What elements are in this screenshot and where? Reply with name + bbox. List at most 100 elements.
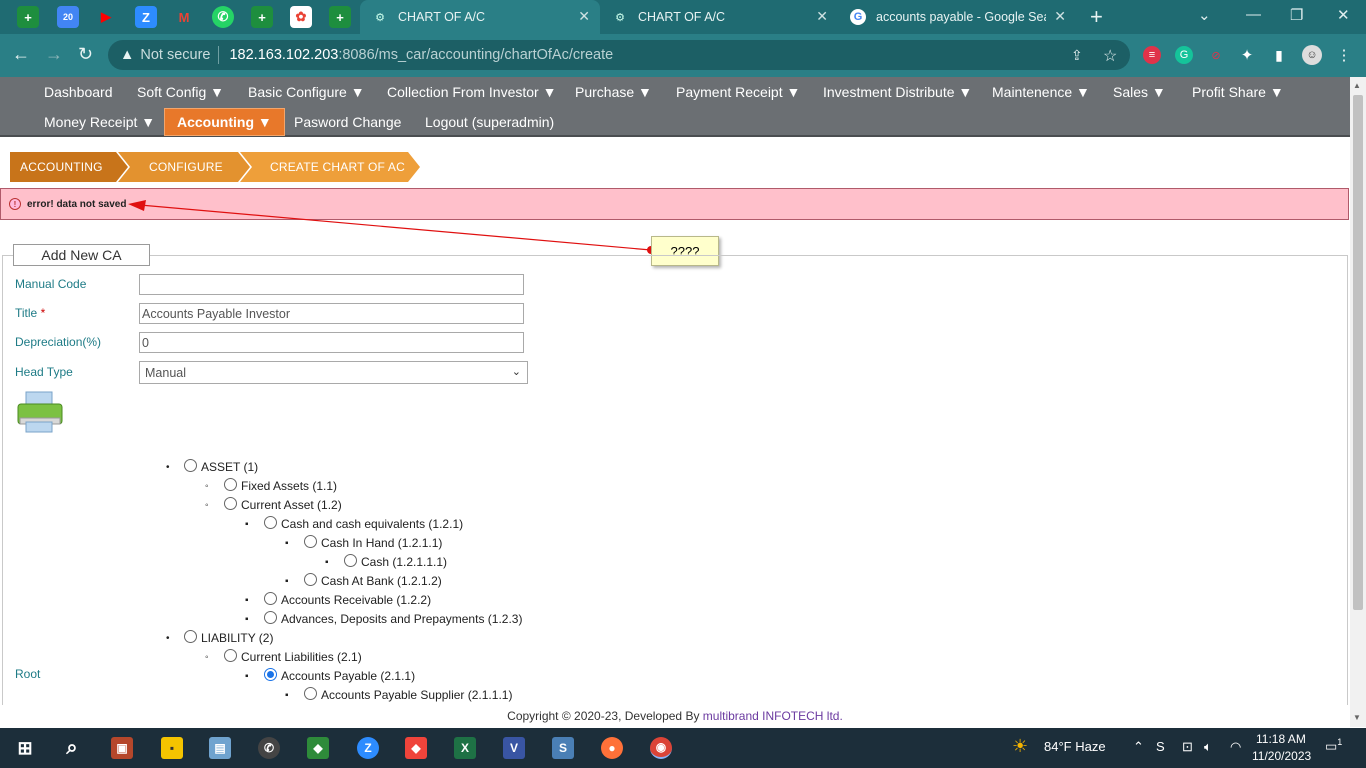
- whatsapp-pinned-tab-icon[interactable]: ✆: [212, 6, 234, 28]
- menu-accounting[interactable]: Accounting ▼: [164, 108, 285, 136]
- firefox-icon[interactable]: ●: [601, 737, 623, 759]
- weather-text[interactable]: 84°F Haze: [1044, 739, 1106, 754]
- grammarly-icon[interactable]: G: [1175, 46, 1193, 64]
- sheets2-pinned-tab-icon[interactable]: +: [251, 6, 273, 28]
- tree-radio[interactable]: [184, 458, 197, 472]
- search-icon[interactable]: ⌕: [61, 737, 83, 759]
- zoom-pinned-tab-icon[interactable]: Z: [135, 6, 157, 28]
- tree-node[interactable]: Cash In Hand (1.2.1.1): [304, 534, 442, 550]
- title-input[interactable]: Accounts Payable Investor: [139, 303, 524, 324]
- tree-radio[interactable]: [304, 686, 317, 700]
- menu-password-change[interactable]: Pasword Change: [282, 108, 413, 136]
- photos-pinned-tab-icon[interactable]: ✿: [290, 6, 312, 28]
- close-tab-icon[interactable]: ✕: [1054, 8, 1066, 25]
- new-tab-button[interactable]: +: [1090, 4, 1103, 30]
- close-tab-icon[interactable]: ✕: [816, 8, 828, 25]
- tab-google-search[interactable]: G accounts payable - Google Search ✕: [838, 0, 1076, 34]
- notification-icon[interactable]: ▭1: [1325, 737, 1342, 754]
- anydesk-icon[interactable]: ◆: [405, 737, 427, 759]
- chevron-up-icon[interactable]: ⌃: [1133, 739, 1144, 755]
- menu-sales[interactable]: Sales ▼: [1101, 78, 1178, 106]
- tree-radio[interactable]: [304, 572, 317, 586]
- menu-dashboard[interactable]: Dashboard: [32, 78, 125, 106]
- menu-basic-configure[interactable]: Basic Configure ▼: [236, 78, 377, 106]
- tree-radio[interactable]: [224, 477, 237, 491]
- tree-node[interactable]: ASSET (1): [184, 458, 258, 474]
- clock-date[interactable]: 11/20/2023: [1252, 749, 1311, 763]
- windows-start-icon[interactable]: ⊞: [14, 737, 36, 759]
- scroll-down-arrow-icon[interactable]: ▼: [1353, 713, 1361, 722]
- close-window-icon[interactable]: ✕: [1337, 6, 1350, 24]
- sheets3-pinned-tab-icon[interactable]: +: [329, 6, 351, 28]
- sheets-pinned-tab-icon[interactable]: +: [17, 6, 39, 28]
- calendar-pinned-tab-icon[interactable]: 20: [57, 6, 79, 28]
- zoom-icon[interactable]: Z: [357, 737, 379, 759]
- tree-node[interactable]: LIABILITY (2): [184, 629, 273, 645]
- menu-collection-from-investor[interactable]: Collection From Investor ▼: [375, 78, 568, 106]
- tree-radio[interactable]: [344, 553, 357, 567]
- menu-purchase[interactable]: Purchase ▼: [563, 78, 664, 106]
- minimize-icon[interactable]: —: [1246, 6, 1261, 23]
- menu-profit-share[interactable]: Profit Share ▼: [1180, 78, 1296, 106]
- whatsapp-icon[interactable]: ✆: [258, 737, 280, 759]
- tree-radio[interactable]: [224, 496, 237, 510]
- forward-arrow-icon[interactable]: →: [45, 44, 63, 65]
- share-icon[interactable]: ⇪: [1071, 47, 1083, 64]
- url-bar[interactable]: ▲ Not secure 182.163.102.203 :8086/ms_ca…: [108, 40, 1130, 70]
- manual-code-input[interactable]: [139, 274, 524, 295]
- extensions-puzzle-icon[interactable]: ✦: [1238, 46, 1256, 64]
- tree-radio[interactable]: [264, 667, 277, 681]
- close-tab-icon[interactable]: ✕: [578, 8, 590, 25]
- page-scrollbar[interactable]: ▲ ▼: [1350, 77, 1366, 727]
- tree-node[interactable]: Accounts Payable Supplier (2.1.1.1): [304, 686, 512, 702]
- menu-payment-receipt[interactable]: Payment Receipt ▼: [664, 78, 812, 106]
- tab-chart-of-ac[interactable]: ⚙ CHART OF A/C ✕: [600, 0, 838, 34]
- clock-time[interactable]: 11:18 AM: [1256, 732, 1306, 746]
- gmail-pinned-tab-icon[interactable]: M: [173, 6, 195, 28]
- back-arrow-icon[interactable]: ←: [12, 44, 30, 65]
- crumb-accounting[interactable]: ACCOUNTING: [20, 152, 103, 182]
- security-label[interactable]: Not secure: [140, 47, 210, 63]
- depreciation-input[interactable]: 0: [139, 332, 524, 353]
- tree-radio[interactable]: [264, 610, 277, 624]
- scroll-up-arrow-icon[interactable]: ▲: [1353, 81, 1361, 90]
- visio-icon[interactable]: V: [503, 737, 525, 759]
- tree-radio[interactable]: [304, 534, 317, 548]
- network-icon[interactable]: ⊡: [1182, 739, 1193, 755]
- menu-money-receipt[interactable]: Money Receipt ▼: [32, 108, 167, 136]
- excel-icon[interactable]: X: [454, 737, 476, 759]
- tray-app-icon[interactable]: S: [1156, 739, 1165, 754]
- printer-icon[interactable]: [16, 390, 64, 434]
- weather-icon[interactable]: ☀: [1012, 736, 1028, 757]
- tree-radio[interactable]: [184, 629, 197, 643]
- tab-search-icon[interactable]: ⌄: [1198, 6, 1211, 24]
- bookmark-star-icon[interactable]: ☆: [1103, 46, 1117, 66]
- menu-kebab-icon[interactable]: ⋮: [1335, 46, 1353, 64]
- volume-icon[interactable]: 🔈︎: [1204, 739, 1212, 755]
- tree-node[interactable]: Fixed Assets (1.1): [224, 477, 337, 493]
- app-icon-1[interactable]: ▣: [111, 737, 133, 759]
- tree-node[interactable]: Advances, Deposits and Prepayments (1.2.…: [264, 610, 522, 626]
- extension-red-icon[interactable]: ≡: [1143, 46, 1161, 64]
- sticky-notes-icon[interactable]: ▪: [161, 737, 183, 759]
- footer-company-link[interactable]: multibrand INFOTECH ltd.: [703, 709, 843, 723]
- tree-node[interactable]: Current Liabilities (2.1): [224, 648, 362, 664]
- tree-node[interactable]: Accounts Receivable (1.2.2): [264, 591, 431, 607]
- tab-chart-of-ac-active[interactable]: ⚙ CHART OF A/C ✕: [360, 0, 600, 34]
- menu-maintenence[interactable]: Maintenence ▼: [980, 78, 1102, 106]
- app-icon-2[interactable]: ◆: [307, 737, 329, 759]
- chrome-icon[interactable]: ◉: [650, 737, 672, 759]
- restore-icon[interactable]: ❐: [1290, 6, 1303, 24]
- youtube-pinned-tab-icon[interactable]: ▶: [95, 6, 117, 28]
- menu-investment-distribute[interactable]: Investment Distribute ▼: [811, 78, 984, 106]
- eye-off-icon[interactable]: ⊘: [1207, 46, 1225, 64]
- tree-radio[interactable]: [264, 515, 277, 529]
- tree-node[interactable]: Cash At Bank (1.2.1.2): [304, 572, 442, 588]
- menu-logout[interactable]: Logout (superadmin): [413, 108, 566, 136]
- tree-radio[interactable]: [224, 648, 237, 662]
- warning-icon[interactable]: ▲: [120, 47, 134, 63]
- notebook-icon[interactable]: ▤: [209, 737, 231, 759]
- tree-node[interactable]: Current Asset (1.2): [224, 496, 342, 512]
- menu-soft-config[interactable]: Soft Config ▼: [125, 78, 236, 106]
- crumb-configure[interactable]: CONFIGURE: [149, 152, 223, 182]
